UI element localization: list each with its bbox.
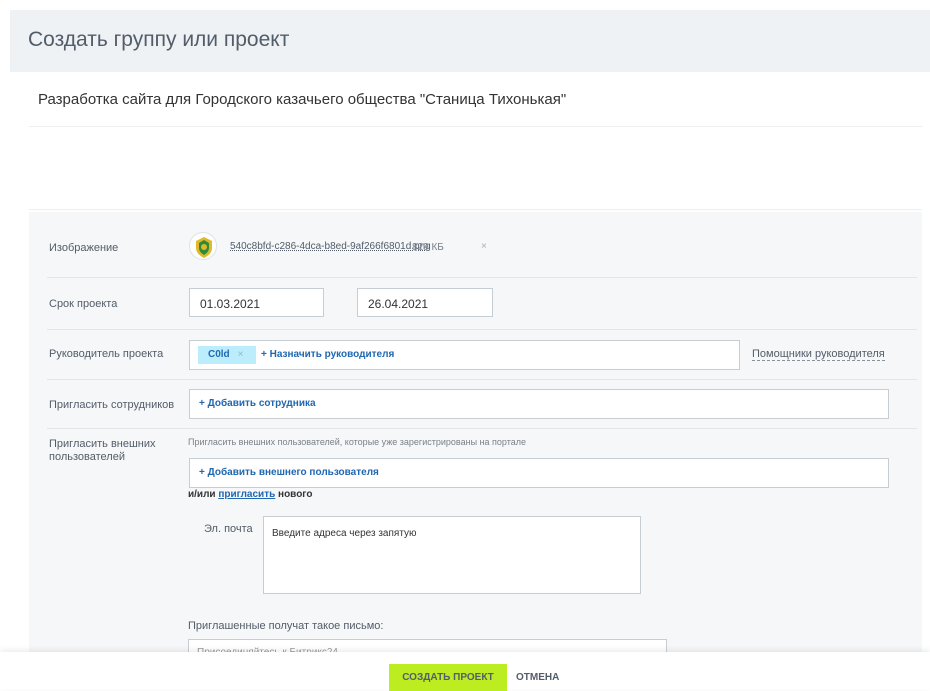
form-footer: СОЗДАТЬ ПРОЕКТ ОТМЕНА [0,652,930,691]
assign-owner-link[interactable]: + Назначить руководителя [261,349,394,360]
emblem-icon[interactable] [189,232,217,260]
image-filesize: 829 КБ [412,242,444,253]
invite-prefix: и/или [188,489,219,500]
end-date-input[interactable]: 26.04.2021 [357,288,493,317]
external-label: Пригласить внешних пользователей [49,438,156,463]
invite-new-text: и/или пригласить нового [188,489,312,500]
divider [29,126,922,127]
divider [29,209,922,210]
divider [47,428,917,429]
external-hint: Пригласить внешних пользователей, которы… [188,437,526,447]
employees-label: Пригласить сотрудников [49,399,175,411]
term-label: Срок проекта [49,298,118,310]
project-settings: Изображение 540c8bfd-c286-4dca-b8ed-9af2… [29,212,922,679]
owner-helpers-link[interactable]: Помощники руководителя [752,348,885,361]
remove-image-icon[interactable]: × [481,241,487,252]
page-header: Создать группу или проект [10,10,930,72]
image-filename-link[interactable]: 540c8bfd-c286-4dca-b8ed-9af266f6801d.png [230,241,431,252]
invite-link[interactable]: пригласить [218,489,275,500]
project-name-field[interactable]: Разработка сайта для Городского казачьег… [38,91,566,108]
cancel-button[interactable]: ОТМЕНА [516,664,559,691]
add-external-user-link[interactable]: + Добавить внешнего пользователя [199,467,379,478]
owner-tag[interactable]: C0ld × [198,346,256,364]
add-employee-link[interactable]: + Добавить сотрудника [199,398,316,409]
invite-suffix: нового [275,489,313,500]
external-selector[interactable]: + Добавить внешнего пользователя [189,458,889,488]
page-title: Создать группу или проект [28,28,290,51]
employees-selector[interactable]: + Добавить сотрудника [189,389,889,419]
remove-owner-icon[interactable]: × [238,349,244,360]
letter-label: Приглашенные получат такое письмо: [188,620,384,632]
email-label: Эл. почта [204,523,253,535]
owner-tag-label: C0ld [208,349,230,360]
divider [47,329,917,330]
divider [47,379,917,380]
image-label: Изображение [49,242,119,254]
owner-label: Руководитель проекта [49,348,164,360]
owner-selector[interactable]: C0ld × + Назначить руководителя [189,340,740,370]
divider [47,277,917,278]
create-project-button[interactable]: СОЗДАТЬ ПРОЕКТ [389,664,507,691]
email-textarea[interactable]: Введите адреса через запятую [263,516,641,594]
project-form: Разработка сайта для Городского казачьег… [17,72,930,679]
start-date-input[interactable]: 01.03.2021 [189,288,324,317]
